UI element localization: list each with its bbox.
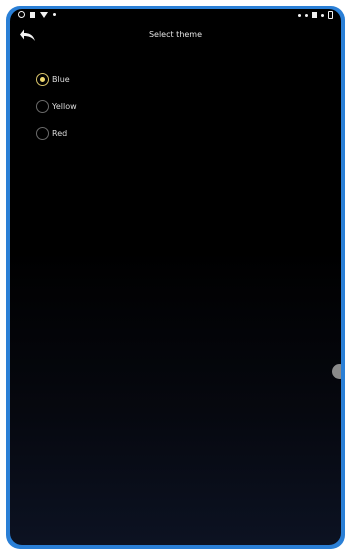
theme-option-label: Blue: [52, 75, 70, 84]
theme-option-yellow[interactable]: Yellow: [36, 93, 77, 120]
app-notification-icon: [30, 11, 35, 18]
theme-option-label: Red: [52, 129, 68, 138]
indicator-dot-icon: [321, 13, 324, 17]
theme-option-label: Yellow: [52, 102, 77, 111]
page-title: Select theme: [148, 30, 203, 39]
radio-button[interactable]: [36, 127, 49, 140]
floating-handle[interactable]: [332, 364, 341, 379]
wifi-icon: [40, 11, 48, 18]
theme-options-list: Blue Yellow Red: [36, 66, 77, 147]
app-screen: Select theme Blue Yellow Red: [10, 9, 341, 545]
status-right-icons: [298, 11, 333, 19]
app-bar: Select theme: [10, 23, 341, 49]
indicator-dot-icon: [305, 13, 308, 17]
battery-icon: [328, 11, 333, 19]
radio-button-checked[interactable]: [36, 73, 49, 86]
radio-dot: [40, 77, 45, 82]
notification-icon: [18, 11, 25, 18]
status-left-icons: [18, 11, 56, 18]
theme-option-blue[interactable]: Blue: [36, 66, 77, 93]
indicator-dot-icon: [298, 13, 301, 17]
theme-option-red[interactable]: Red: [36, 120, 77, 147]
signal-dot-icon: [53, 13, 56, 16]
battery-level-icon: [312, 12, 317, 18]
radio-button[interactable]: [36, 100, 49, 113]
device-frame: Select theme Blue Yellow Red: [6, 6, 345, 549]
